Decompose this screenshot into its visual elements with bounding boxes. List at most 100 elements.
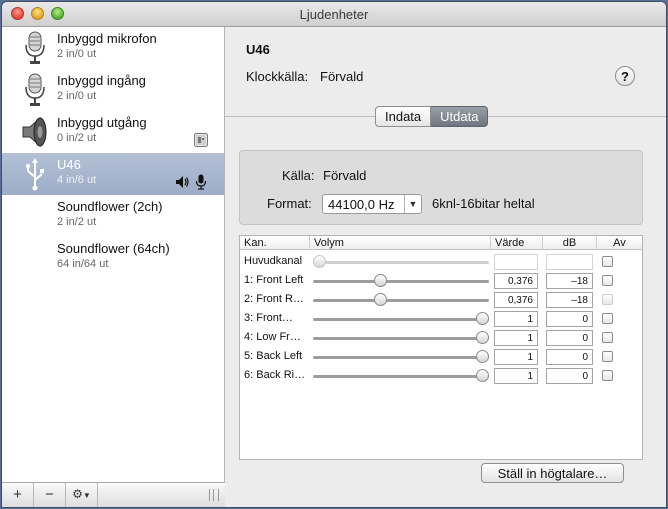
title-bar: Ljudenheter <box>2 2 666 27</box>
value-field[interactable] <box>494 254 538 270</box>
device-item[interactable]: Soundflower (2ch) 2 in/2 ut <box>2 195 224 237</box>
tab-input[interactable]: Indata <box>375 106 432 127</box>
microphone-icon <box>25 31 45 64</box>
device-io: 2 in/0 ut <box>57 48 97 60</box>
channel-name: Huvudkanal <box>244 255 303 267</box>
speaker-icon <box>22 116 47 148</box>
device-name: Soundflower (2ch) <box>57 199 163 214</box>
format-label: Format: <box>267 196 312 211</box>
tab-output[interactable]: Utdata <box>431 106 489 127</box>
action-menu-button[interactable]: ⚙▼ <box>66 483 98 507</box>
device-io: 2 in/0 ut <box>57 90 97 102</box>
audio-devices-window: Ljudenheter Inbyggd mikrofon 2 in/0 ut I… <box>2 2 666 507</box>
channel-row: 3: Front… 1 0 <box>240 309 642 328</box>
gear-icon: ⚙ <box>72 487 83 501</box>
clock-source-label: Klockkälla: <box>246 69 309 84</box>
mute-checkbox[interactable] <box>602 370 613 381</box>
volume-slider-track[interactable] <box>313 356 489 359</box>
mute-checkbox[interactable] <box>602 275 613 286</box>
device-title: U46 <box>246 42 270 57</box>
chevron-down-icon: ▼ <box>82 491 91 500</box>
device-detail-panel: U46 Klockkälla: Förvald ? Indata Utdata … <box>225 27 666 507</box>
channel-row: 5: Back Left 1 0 <box>240 347 642 366</box>
device-item[interactable]: Soundflower (64ch) 64 in/64 ut <box>2 237 224 279</box>
column-header-value[interactable]: Värde <box>491 236 543 250</box>
device-io: 4 in/6 ut <box>57 174 97 186</box>
channel-row: 4: Low Fr… 1 0 <box>240 328 642 347</box>
format-description: 6knl-16bitar heltal <box>432 196 535 211</box>
volume-slider-knob[interactable] <box>476 369 489 382</box>
sidebar-footer: + − ⚙▼ <box>2 482 225 507</box>
finder-icon <box>194 133 208 147</box>
volume-slider-knob[interactable] <box>374 293 387 306</box>
device-name: Soundflower (64ch) <box>57 241 170 256</box>
device-item-selected[interactable]: U46 4 in/6 ut <box>2 153 224 195</box>
format-value: 44100,0 Hz <box>328 197 395 212</box>
channel-name: 5: Back Left <box>244 350 303 362</box>
device-list: Inbyggd mikrofon 2 in/0 ut Inbyggd ingån… <box>2 27 225 482</box>
mute-checkbox[interactable] <box>602 351 613 362</box>
output-settings-box: Källa: Förvald Format: 44100,0 Hz ▼ 6knl… <box>239 150 643 225</box>
volume-slider-track[interactable] <box>313 318 489 321</box>
volume-slider-knob[interactable] <box>476 350 489 363</box>
volume-slider-track[interactable] <box>313 299 489 302</box>
channel-row: 6: Back Ri… 1 0 <box>240 366 642 385</box>
source-label: Källa: <box>282 168 315 183</box>
input-microphone-icon <box>195 174 207 190</box>
volume-slider-track[interactable] <box>313 261 489 264</box>
volume-slider-knob[interactable] <box>374 274 387 287</box>
device-io: 0 in/2 ut <box>57 132 97 144</box>
mute-checkbox[interactable] <box>602 332 613 343</box>
db-field[interactable]: 0 <box>546 349 593 365</box>
resize-handle[interactable] <box>209 489 219 501</box>
column-header-volume[interactable]: Volym <box>310 236 491 250</box>
add-device-button[interactable]: + <box>2 483 34 507</box>
mute-checkbox[interactable] <box>602 294 613 305</box>
source-value[interactable]: Förvald <box>323 168 366 183</box>
device-item[interactable]: Inbyggd mikrofon 2 in/0 ut <box>2 27 224 69</box>
format-select[interactable]: 44100,0 Hz ▼ <box>322 194 422 214</box>
channel-row: Huvudkanal <box>240 252 642 271</box>
mute-checkbox[interactable] <box>602 313 613 324</box>
mute-checkbox[interactable] <box>602 256 613 267</box>
io-tabs: Indata Utdata <box>375 106 489 127</box>
channel-name: 4: Low Fr… <box>244 331 301 343</box>
db-field[interactable]: –18 <box>546 273 593 289</box>
device-name: Inbyggd utgång <box>57 115 147 130</box>
volume-slider-knob[interactable] <box>476 331 489 344</box>
column-header-channel[interactable]: Kan. <box>240 236 310 250</box>
channel-name: 6: Back Ri… <box>244 369 306 381</box>
device-item[interactable]: Inbyggd utgång 0 in/2 ut <box>2 111 224 153</box>
chevron-down-icon: ▼ <box>404 195 421 213</box>
volume-slider-track[interactable] <box>313 375 489 378</box>
clock-source-value[interactable]: Förvald <box>320 69 363 84</box>
value-field[interactable]: 0,376 <box>494 273 538 289</box>
channel-name: 3: Front… <box>244 312 293 324</box>
output-speaker-icon <box>176 176 189 188</box>
value-field[interactable]: 0,376 <box>494 292 538 308</box>
device-name: U46 <box>57 157 81 172</box>
device-item[interactable]: Inbyggd ingång 2 in/0 ut <box>2 69 224 111</box>
column-header-mute[interactable]: Av <box>597 236 642 250</box>
channel-volume-table: Kan. Volym Värde dB Av Huvudkanal 1: Fron… <box>239 235 643 460</box>
device-io: 64 in/64 ut <box>57 258 109 270</box>
volume-slider-track[interactable] <box>313 280 489 283</box>
volume-slider-track[interactable] <box>313 337 489 340</box>
db-field[interactable]: –18 <box>546 292 593 308</box>
value-field[interactable]: 1 <box>494 311 538 327</box>
device-name: Inbyggd mikrofon <box>57 31 157 46</box>
db-field[interactable]: 0 <box>546 368 593 384</box>
value-field[interactable]: 1 <box>494 368 538 384</box>
configure-speakers-button[interactable]: Ställ in högtalare… <box>481 463 624 483</box>
volume-slider-knob[interactable] <box>313 255 326 268</box>
value-field[interactable]: 1 <box>494 349 538 365</box>
remove-device-button[interactable]: − <box>34 483 66 507</box>
volume-slider-knob[interactable] <box>476 312 489 325</box>
channel-row: 2: Front R… 0,376 –18 <box>240 290 642 309</box>
db-field[interactable]: 0 <box>546 311 593 327</box>
value-field[interactable]: 1 <box>494 330 538 346</box>
column-header-db[interactable]: dB <box>543 236 597 250</box>
help-button[interactable]: ? <box>615 66 635 86</box>
db-field[interactable] <box>546 254 593 270</box>
db-field[interactable]: 0 <box>546 330 593 346</box>
